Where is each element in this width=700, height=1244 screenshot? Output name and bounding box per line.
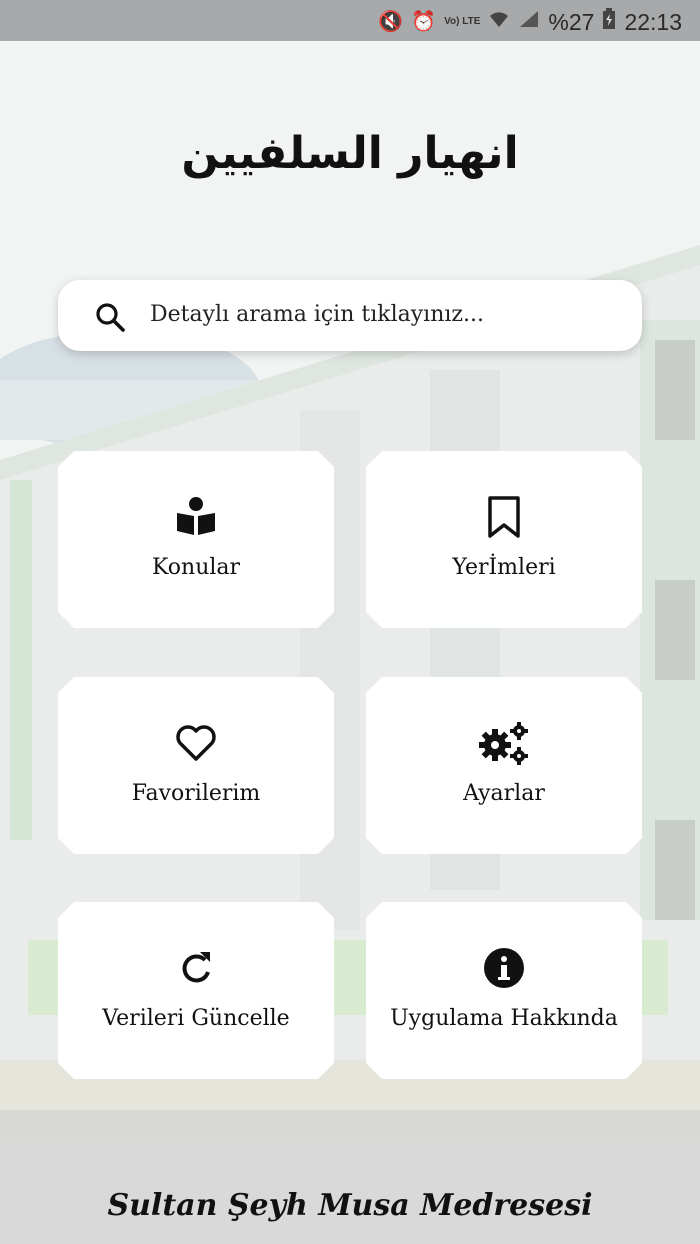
app-title: انهيار السلفيين (181, 128, 519, 179)
search-box[interactable]: Detaylı arama için tıklayınız... (58, 280, 642, 351)
menu-label: Favorilerim (131, 781, 261, 806)
info-icon (484, 948, 524, 988)
menu-label: Uygulama Hakkında (390, 1006, 618, 1031)
menu-label: Verileri Güncelle (102, 1006, 290, 1031)
bookmark-icon (488, 496, 520, 538)
menu-label: Ayarlar (463, 781, 545, 806)
status-bar: 🔇 ⏰ Vo) LTE %27 22:13 (0, 0, 700, 41)
menu-card-konular[interactable]: Konular (58, 451, 334, 628)
battery-icon (602, 8, 616, 36)
search-icon (96, 303, 125, 332)
menu-card-favorilerim[interactable]: Favorilerim (58, 677, 334, 854)
refresh-icon (182, 952, 210, 983)
menu-label: Konular (151, 555, 241, 580)
menu-card-uygulama-hakkinda[interactable]: Uygulama Hakkında (366, 902, 642, 1079)
footer-signature: Sultan Şeyh Musa Medresesi (107, 1188, 593, 1223)
wifi-icon (488, 9, 510, 35)
menu-card-verileri-guncelle[interactable]: Verileri Güncelle (58, 902, 334, 1079)
menu-card-ayarlar[interactable]: Ayarlar (366, 677, 642, 854)
volte-icon: Vo) LTE (444, 16, 481, 27)
menu-card-yerimleri[interactable]: Yerİmleri (366, 451, 642, 628)
mute-icon: 🔇 (378, 11, 404, 33)
battery-percent: %27 (548, 8, 595, 35)
book-reader-icon (177, 497, 215, 535)
heart-icon (176, 725, 216, 761)
alarm-icon: ⏰ (411, 11, 437, 33)
menu-label: Yerİmleri (452, 555, 556, 580)
gears-icon (479, 722, 528, 765)
signal-icon (518, 9, 540, 35)
search-placeholder: Detaylı arama için tıklayınız... (150, 302, 484, 327)
clock: 22:13 (624, 8, 682, 35)
